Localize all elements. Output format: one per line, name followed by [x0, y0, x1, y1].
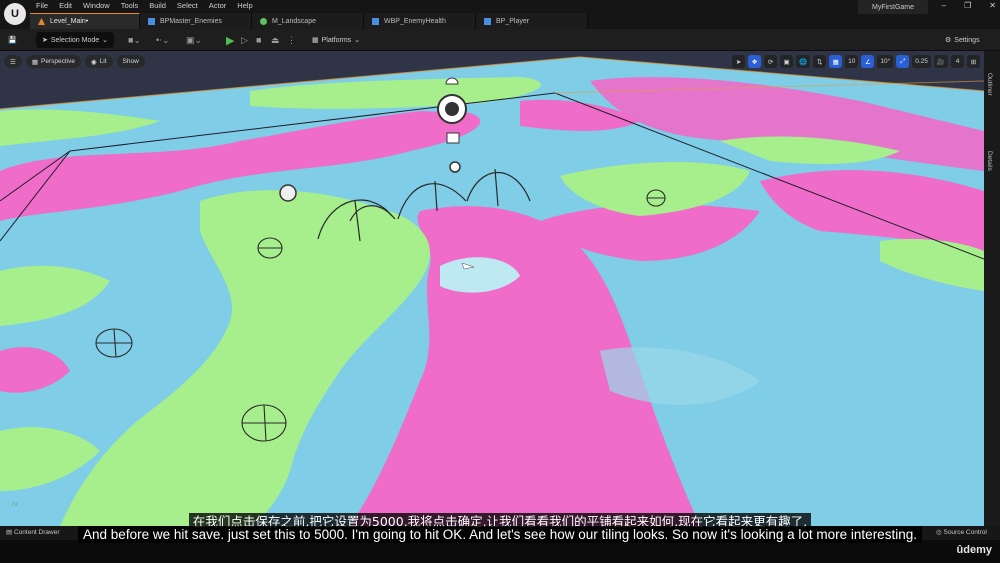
more-options-icon[interactable]: ⋮ — [287, 32, 296, 48]
viewport-options-bar: ☰ ▦ Perspective ◉ Lit Show — [4, 55, 145, 68]
layout-icon[interactable]: ⊞ — [967, 55, 980, 68]
details-tab[interactable]: Details — [986, 151, 993, 171]
chevron-down-icon: ⌄ — [354, 37, 361, 44]
directional-light-icon[interactable] — [437, 94, 467, 124]
title-bar: U File Edit Window Tools Build Select Ac… — [0, 0, 1000, 29]
tab-bpmaster-enemies[interactable]: BPMaster_Enemies — [140, 13, 252, 29]
scale-snap-icon[interactable]: ⤢ — [896, 55, 910, 68]
material-icon — [260, 17, 267, 25]
add-actor-button[interactable]: ■⌄ — [128, 32, 141, 48]
unreal-logo-icon[interactable]: U — [4, 3, 26, 25]
platforms-icon: ▦ — [312, 37, 319, 44]
outliner-tab[interactable]: Outliner — [986, 73, 993, 96]
rotation-snap-icon[interactable]: ∠ — [861, 55, 875, 68]
select-tool-icon[interactable]: ➤ — [732, 55, 746, 68]
cursor-icon: ➤ — [42, 37, 48, 44]
move-tool-icon[interactable]: ✥ — [748, 55, 762, 68]
menu-edit[interactable]: Edit — [59, 1, 83, 10]
camera-speed-icon[interactable]: 🎥 — [933, 55, 948, 68]
tab-wbp-enemyhealth[interactable]: WBP_EnemyHealth — [364, 13, 476, 29]
tab-bp-player[interactable]: BP_Player — [476, 13, 588, 29]
widget-icon — [372, 17, 379, 25]
menu-select[interactable]: Select — [177, 1, 209, 10]
step-button[interactable]: ▷ — [241, 32, 248, 48]
selection-mode-dropdown[interactable]: ➤ Selection Mode ⌄ — [36, 32, 115, 48]
atmosphere-icon[interactable] — [446, 132, 460, 144]
rotation-snap-value[interactable]: 10° — [877, 55, 894, 68]
surface-snap-icon[interactable]: ⇅ — [813, 55, 827, 68]
grid-snap-icon[interactable]: ▦ — [829, 55, 843, 68]
camera-speed-value[interactable]: 4 — [951, 55, 964, 68]
menu-help[interactable]: Help — [237, 1, 263, 10]
sphere-actor-icon[interactable] — [279, 184, 297, 202]
gear-icon: ⚙ — [945, 37, 952, 44]
blueprint-icon — [484, 17, 491, 25]
eject-button[interactable]: ⏏ — [271, 32, 280, 48]
scale-tool-icon[interactable]: ▣ — [780, 55, 794, 68]
lit-icon: ◉ — [90, 58, 97, 66]
world-space-icon[interactable]: 🌐 — [796, 55, 811, 68]
udemy-watermark: ûdemy — [956, 544, 992, 556]
menu-tools[interactable]: Tools — [121, 1, 150, 10]
fog-icon[interactable] — [449, 161, 461, 173]
perspective-icon: ▦ — [31, 58, 38, 66]
landscape-render — [0, 51, 984, 526]
platforms-dropdown[interactable]: ▦ Platforms ⌄ — [312, 32, 360, 48]
main-menu: File Edit Window Tools Build Select Acto… — [36, 1, 264, 10]
settings-button[interactable]: ⚙ Settings — [945, 32, 980, 48]
tab-m-landscape[interactable]: M_Landscape — [252, 13, 364, 29]
cinematics-button[interactable]: ▣⌄ — [186, 32, 202, 48]
rotate-tool-icon[interactable]: ⟳ — [764, 55, 778, 68]
window-controls: – ❐ ✕ — [942, 1, 996, 10]
close-icon[interactable]: ✕ — [989, 1, 996, 10]
menu-window[interactable]: Window — [83, 1, 121, 10]
menu-actor[interactable]: Actor — [209, 1, 238, 10]
viewport-menu-button[interactable]: ☰ — [4, 55, 22, 68]
tab-level-main[interactable]: Level_Main• — [30, 13, 140, 29]
scale-snap-value[interactable]: 0.25 — [912, 55, 931, 68]
menu-build[interactable]: Build — [149, 1, 177, 10]
side-panel-strip: Outliner Details — [984, 51, 1000, 526]
blueprint-icon — [148, 17, 155, 25]
perspective-button[interactable]: ▦ Perspective — [25, 55, 81, 68]
document-tabs: Level_Main• BPMaster_Enemies M_Landscape… — [30, 13, 588, 29]
menu-file[interactable]: File — [36, 1, 59, 10]
subtitle-english: And before we hit save. just set this to… — [0, 526, 1000, 543]
level-viewport[interactable]: ☰ ▦ Perspective ◉ Lit Show ➤ ✥ ⟳ ▣ 🌐 ⇅ ▦… — [0, 51, 984, 526]
show-button[interactable]: Show — [116, 55, 145, 68]
level-icon — [38, 18, 45, 25]
project-name: MyFirstGame — [858, 0, 928, 14]
lit-button[interactable]: ◉ Lit — [84, 55, 113, 68]
axis-gizmo-icon: ↗z — [10, 502, 19, 508]
stop-button[interactable]: ■ — [256, 32, 261, 48]
hamburger-icon: ☰ — [10, 58, 16, 66]
main-toolbar: 💾 ➤ Selection Mode ⌄ ■⌄ •⋅⌄ ▣⌄ ▶ ▷ ■ ⏏ ⋮… — [0, 29, 1000, 51]
grid-size-value[interactable]: 10 — [845, 55, 859, 68]
play-button[interactable]: ▶ — [226, 32, 234, 48]
transform-toolbar: ➤ ✥ ⟳ ▣ 🌐 ⇅ ▦ 10 ∠ 10° ⤢ 0.25 🎥 4 ⊞ — [732, 55, 980, 68]
blueprint-button[interactable]: •⋅⌄ — [156, 32, 170, 48]
maximize-icon[interactable]: ❐ — [964, 1, 971, 10]
chevron-down-icon: ⌄ — [102, 37, 109, 44]
save-icon[interactable]: 💾 — [8, 32, 17, 48]
minimize-icon[interactable]: – — [942, 1, 946, 10]
